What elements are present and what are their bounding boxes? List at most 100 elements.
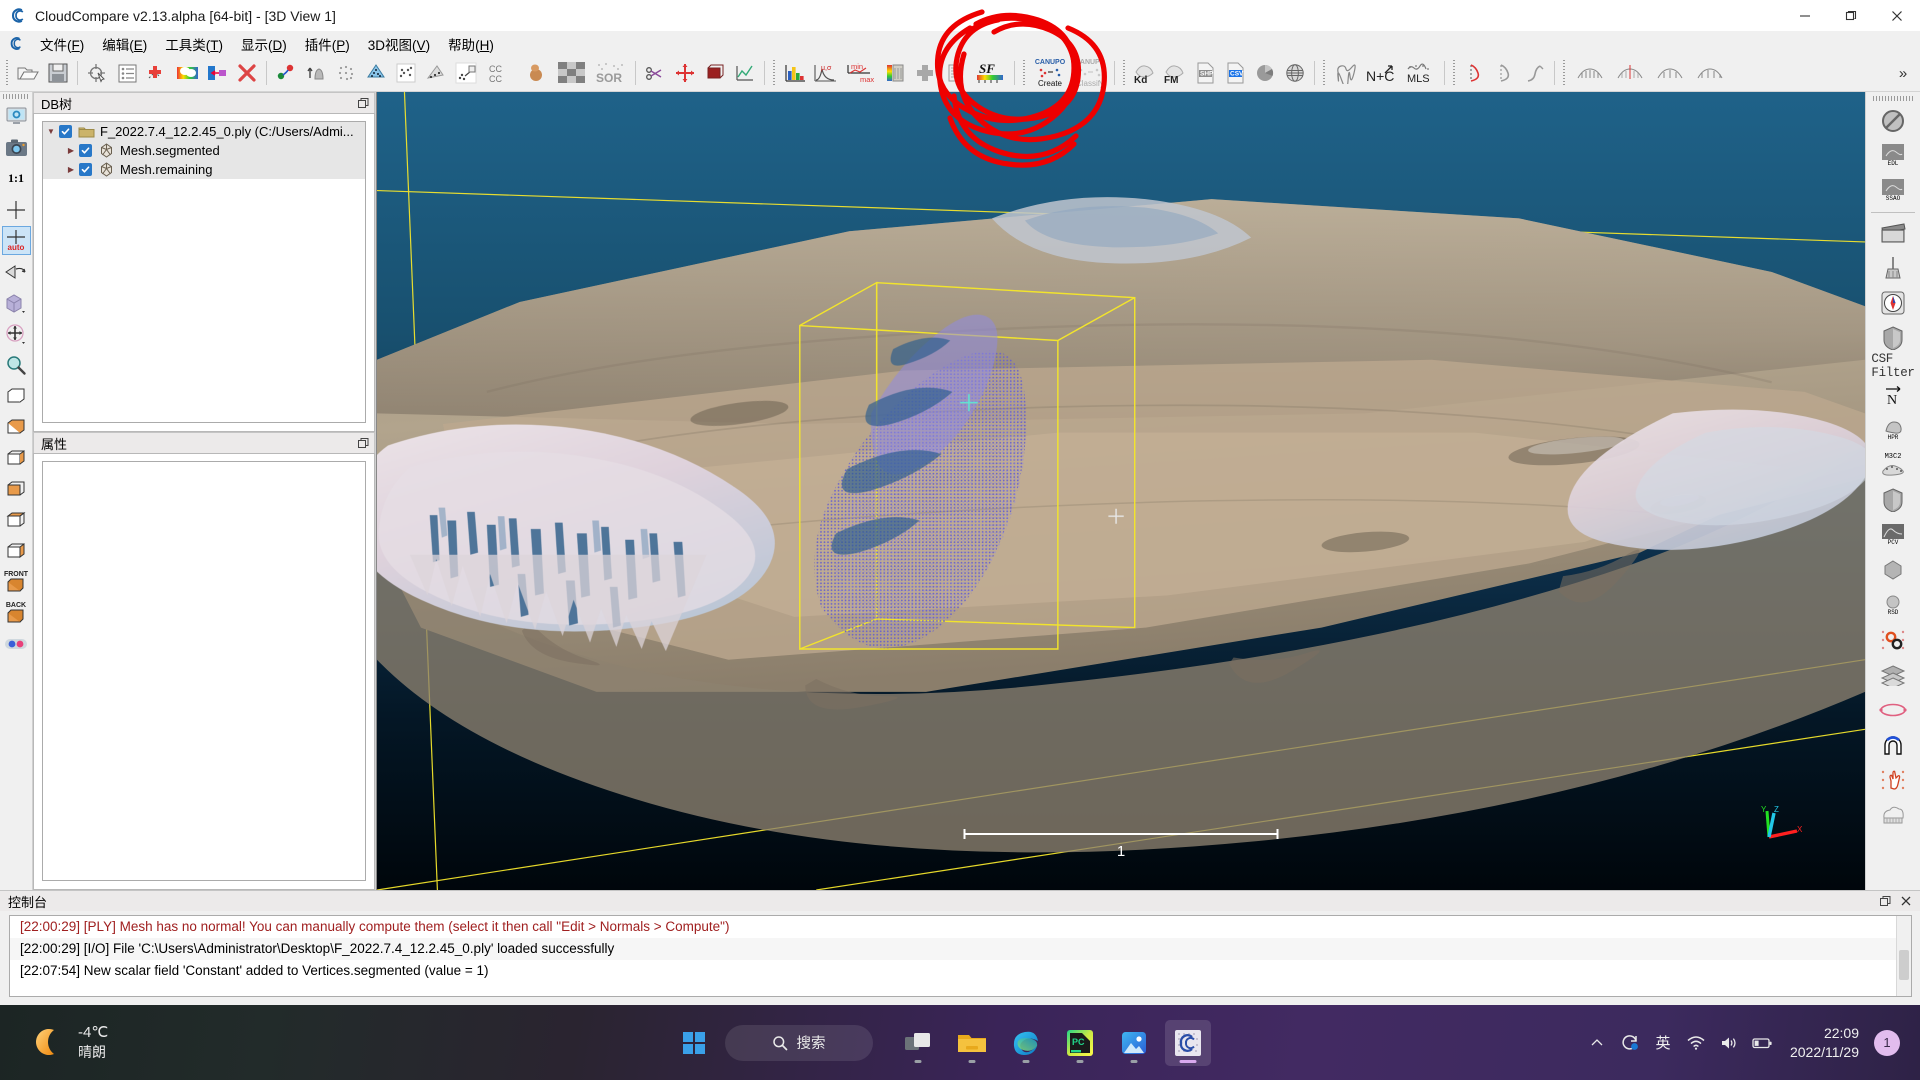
section-icon[interactable] bbox=[1570, 58, 1610, 89]
3d-viewport[interactable]: 1 X Y Z bbox=[376, 92, 1865, 890]
layers-icon[interactable] bbox=[1876, 658, 1910, 691]
shp-icon[interactable]: SHP bbox=[1190, 58, 1220, 89]
file-explorer-icon[interactable] bbox=[949, 1020, 995, 1066]
m3c2-icon[interactable]: M3C2 bbox=[1876, 448, 1910, 481]
shield-icon[interactable] bbox=[1876, 321, 1910, 354]
sor-filter-icon[interactable]: SOR bbox=[591, 58, 631, 89]
tunnel-icon[interactable] bbox=[1876, 728, 1910, 761]
display-settings-icon[interactable] bbox=[2, 102, 31, 131]
set-pivot-icon[interactable] bbox=[2, 195, 31, 224]
menu-edit[interactable]: 编辑(E) bbox=[93, 32, 156, 56]
kdtree-icon[interactable]: Kd bbox=[1130, 58, 1160, 89]
polygon-icon[interactable] bbox=[1330, 58, 1360, 89]
csf-filter-icon[interactable]: CSF Filter bbox=[1871, 352, 1915, 380]
menu-help[interactable]: 帮助(H) bbox=[439, 32, 503, 56]
no-filter-icon[interactable] bbox=[1876, 104, 1910, 137]
subsample-icon[interactable] bbox=[331, 58, 361, 89]
windows-start-icon[interactable] bbox=[671, 1020, 717, 1066]
histogram-icon[interactable] bbox=[780, 58, 810, 89]
toolbar-overflow-button[interactable]: » bbox=[1888, 58, 1918, 89]
min-max-icon[interactable]: min max bbox=[840, 58, 880, 89]
register-icon[interactable] bbox=[421, 58, 451, 89]
toolbar-grip[interactable] bbox=[4, 60, 11, 86]
toolbar-grip-7[interactable] bbox=[1561, 60, 1568, 86]
curve3-icon[interactable] bbox=[1520, 58, 1550, 89]
console-output[interactable]: [22:00:29] [PLY] Mesh has no normal! You… bbox=[9, 915, 1912, 997]
chevron-up-icon[interactable] bbox=[1582, 1023, 1612, 1063]
normals-compute-icon[interactable]: N+C bbox=[1360, 58, 1400, 89]
pan-view-icon[interactable] bbox=[2, 319, 31, 348]
properties-list[interactable] bbox=[42, 461, 366, 881]
add-sf-icon[interactable] bbox=[910, 58, 940, 89]
tree-checkbox[interactable] bbox=[79, 144, 92, 157]
db-tree-list[interactable]: ▼ F_2022.7.4_12.2.45_0.ply (C:/Users/Adm… bbox=[42, 121, 366, 423]
cube-view-icon[interactable] bbox=[2, 288, 31, 317]
compass-icon[interactable] bbox=[1876, 286, 1910, 319]
normal-vector-icon[interactable]: N bbox=[1876, 378, 1910, 411]
add-point-icon[interactable] bbox=[142, 58, 172, 89]
mls-icon[interactable]: MLS bbox=[1400, 58, 1440, 89]
view-iso2-icon[interactable] bbox=[2, 536, 31, 565]
hand-pick-icon[interactable] bbox=[1876, 763, 1910, 796]
delete-icon[interactable] bbox=[232, 58, 262, 89]
scissors-icon[interactable] bbox=[640, 58, 670, 89]
fast-marching-icon[interactable]: FM bbox=[1160, 58, 1190, 89]
toolbar-grip-3[interactable] bbox=[1021, 60, 1028, 86]
align-icon[interactable] bbox=[451, 58, 481, 89]
pick-point-icon[interactable] bbox=[82, 58, 112, 89]
gears-icon[interactable] bbox=[1876, 623, 1910, 656]
broom-cleaner-icon[interactable] bbox=[1876, 251, 1910, 284]
tree-checkbox[interactable] bbox=[79, 163, 92, 176]
expand-arrow-right-icon[interactable]: ▶ bbox=[63, 146, 79, 155]
view-left-icon[interactable] bbox=[2, 443, 31, 472]
gauss-fit-icon[interactable]: μ,σ bbox=[810, 58, 840, 89]
pie-icon[interactable] bbox=[1250, 58, 1280, 89]
section3-icon[interactable] bbox=[1650, 58, 1690, 89]
taskbar-clock[interactable]: 22:09 2022/11/29 bbox=[1780, 1024, 1867, 1062]
volume-icon[interactable] bbox=[1714, 1023, 1744, 1063]
camera-snapshot-icon[interactable] bbox=[2, 133, 31, 162]
sf-color-icon[interactable]: SF bbox=[970, 58, 1010, 89]
ellipse-icon[interactable] bbox=[1876, 693, 1910, 726]
export-icon[interactable] bbox=[202, 58, 232, 89]
expand-arrow-down-icon[interactable]: ▼ bbox=[43, 127, 59, 136]
maximize-button[interactable] bbox=[1828, 0, 1874, 32]
console-scrollbar[interactable] bbox=[1896, 916, 1911, 996]
menu-plugins[interactable]: 插件(P) bbox=[296, 32, 359, 56]
auto-pivot-icon[interactable]: auto bbox=[1, 226, 31, 255]
sf-list-icon[interactable] bbox=[940, 58, 970, 89]
globe-icon[interactable] bbox=[1280, 58, 1310, 89]
close-icon[interactable] bbox=[1898, 893, 1914, 909]
ball-icon[interactable] bbox=[521, 58, 551, 89]
clone-icon[interactable] bbox=[271, 58, 301, 89]
csv-icon[interactable]: CSV bbox=[1220, 58, 1250, 89]
minimize-button[interactable] bbox=[1782, 0, 1828, 32]
section4-icon[interactable] bbox=[1690, 58, 1730, 89]
section2-icon[interactable] bbox=[1610, 58, 1650, 89]
zoom-icon[interactable] bbox=[2, 350, 31, 379]
expand-arrow-right-icon[interactable]: ▶ bbox=[63, 165, 79, 174]
canupo-classify-icon[interactable]: CANUPO Classify bbox=[1070, 58, 1110, 89]
pycharm-icon[interactable]: PC bbox=[1057, 1020, 1103, 1066]
menu-file[interactable]: 文件(F) bbox=[31, 32, 93, 56]
float-panel-icon[interactable] bbox=[1877, 893, 1893, 909]
close-button[interactable] bbox=[1874, 0, 1920, 32]
battery-icon[interactable] bbox=[1747, 1023, 1777, 1063]
tree-checkbox[interactable] bbox=[59, 125, 72, 138]
cloud-comb-icon[interactable] bbox=[1876, 798, 1910, 831]
rainbow-colors-icon[interactable] bbox=[172, 58, 202, 89]
view-iso1-icon[interactable] bbox=[2, 505, 31, 534]
animation-icon[interactable] bbox=[1876, 216, 1910, 249]
cloud-cloud-dist-icon[interactable]: CC CC bbox=[481, 58, 521, 89]
plot-icon[interactable] bbox=[730, 58, 760, 89]
canupo-create-icon[interactable]: CANUPO Create bbox=[1030, 58, 1070, 89]
curve2-icon[interactable] bbox=[1490, 58, 1520, 89]
edge-icon[interactable] bbox=[1003, 1020, 1049, 1066]
plugins-rail-grip[interactable] bbox=[1873, 96, 1913, 101]
toolbar-grip-5[interactable] bbox=[1321, 60, 1328, 86]
pcv-icon[interactable]: PCV bbox=[1876, 518, 1910, 551]
rail-grip[interactable] bbox=[3, 94, 29, 99]
curve-icon[interactable] bbox=[1460, 58, 1490, 89]
rotate-view-icon[interactable] bbox=[2, 257, 31, 286]
tree-item-mesh-remaining[interactable]: ▶ Mesh.remaining bbox=[43, 160, 365, 179]
